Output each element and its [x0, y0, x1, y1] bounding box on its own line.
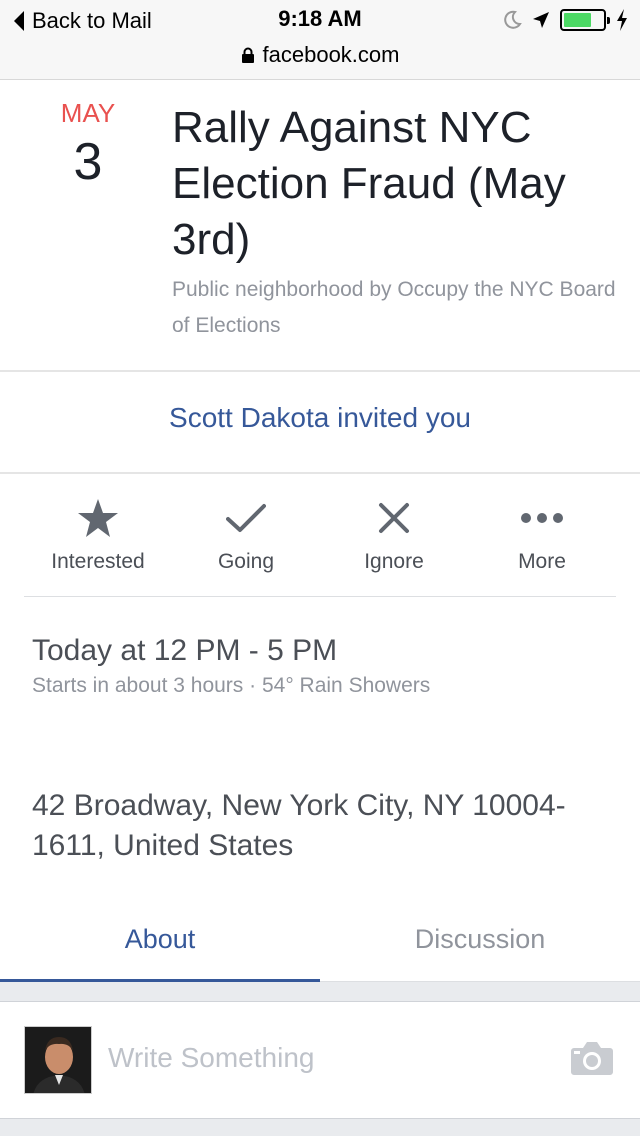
event-date-badge: MAY 3: [28, 98, 148, 192]
divider: [24, 596, 616, 597]
lock-icon: [241, 47, 254, 63]
section-separator: [0, 982, 640, 1002]
event-tabs: About Discussion: [0, 910, 640, 982]
post-composer[interactable]: Write Something: [0, 1002, 640, 1118]
event-time-subtext: Starts in about 3 hours · 54° Rain Showe…: [32, 674, 431, 697]
going-label: Going: [217, 550, 275, 573]
event-title: Rally Against NYC Election Fraud (May 3r…: [172, 103, 566, 264]
moon-icon: [504, 10, 522, 29]
avatar: [24, 1026, 92, 1094]
tab-discussion[interactable]: Discussion: [320, 910, 640, 981]
ignore-button[interactable]: Ignore: [320, 492, 468, 596]
going-button[interactable]: Going: [172, 492, 320, 596]
ignore-label: Ignore: [364, 550, 424, 573]
browser-top-bar: Back to Mail 9:18 AM facebook.com: [0, 0, 640, 80]
tab-about[interactable]: About: [0, 910, 320, 982]
rsvp-actions: Interested Going Ignore More: [24, 492, 616, 596]
camera-icon: [571, 1042, 613, 1075]
section-separator: [0, 1118, 640, 1136]
ellipsis-icon: [521, 513, 563, 523]
interested-button[interactable]: Interested: [24, 492, 172, 596]
location-arrow-icon: [533, 12, 549, 28]
more-label: More: [518, 550, 566, 573]
divider: [0, 472, 640, 474]
event-host-line[interactable]: Public neighborhood by Occupy the NYC Bo…: [172, 272, 622, 344]
status-icons: [502, 8, 628, 32]
invited-by-link[interactable]: Scott Dakota invited you: [0, 402, 640, 434]
event-month: MAY: [60, 98, 116, 128]
write-something-input[interactable]: Write Something: [108, 1042, 314, 1074]
check-icon: [226, 504, 266, 532]
charging-bolt-icon: [617, 9, 627, 31]
event-time[interactable]: Today at 12 PM - 5 PM: [32, 634, 337, 668]
event-location[interactable]: 42 Broadway, New York City, NY 10004-161…: [32, 786, 622, 866]
url-text: facebook.com: [262, 42, 400, 67]
more-button[interactable]: More: [468, 492, 616, 596]
interested-label: Interested: [51, 550, 145, 573]
battery-icon: [560, 9, 610, 31]
divider: [0, 370, 640, 372]
x-icon: [379, 503, 409, 533]
camera-button[interactable]: [570, 1040, 614, 1081]
address-bar[interactable]: facebook.com: [0, 42, 640, 68]
star-icon: [78, 499, 118, 537]
event-day: 3: [73, 133, 103, 191]
